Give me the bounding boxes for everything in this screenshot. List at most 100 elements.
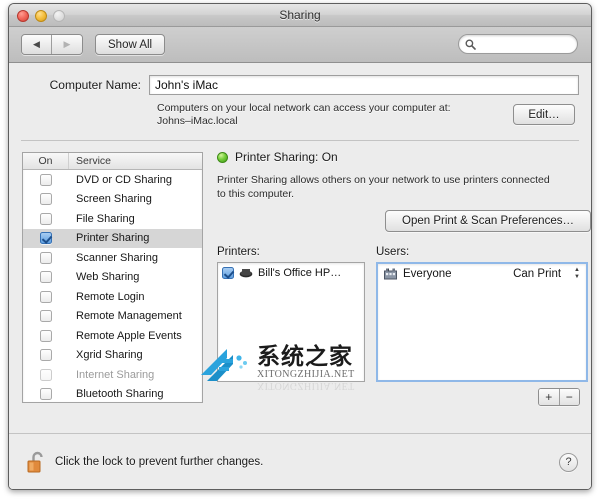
service-name: Remote Apple Events [76, 329, 182, 342]
hint-line-2: Johns–iMac.local [157, 115, 238, 127]
service-enabled-checkbox[interactable] [40, 232, 52, 245]
service-row[interactable]: Remote Apple Events [23, 326, 202, 346]
service-name: Internet Sharing [76, 368, 155, 381]
service-checkbox-cell [23, 193, 69, 206]
help-button[interactable]: ? [559, 452, 578, 472]
service-checkbox-cell [23, 310, 69, 323]
back-button[interactable]: ◀ [22, 35, 52, 54]
service-checkbox-cell [23, 173, 69, 186]
column-header-on: On [23, 153, 69, 169]
service-enabled-checkbox[interactable] [40, 368, 52, 381]
lists-columns: Printers: Bill's Office HP… Users: Every… [217, 246, 588, 406]
service-name: Remote Login [76, 290, 145, 303]
preferences-body: Computer Name: Computers on your local n… [9, 63, 591, 489]
close-button[interactable] [17, 10, 29, 22]
service-list[interactable]: On Service DVD or CD Sharing Screen Shari… [22, 152, 203, 403]
service-name: Remote Management [76, 310, 182, 323]
edit-button[interactable]: Edit… [513, 104, 575, 125]
service-checkbox-cell [23, 368, 69, 381]
service-status-text: Printer Sharing: On [235, 150, 338, 164]
computer-name-row: Computer Name: [21, 75, 579, 95]
users-list[interactable]: Everyone Can Print ▲ ▼ [376, 262, 588, 382]
service-checkbox-cell [23, 388, 69, 401]
service-enabled-checkbox[interactable] [40, 173, 52, 186]
service-enabled-checkbox[interactable] [40, 271, 52, 284]
open-print-scan-preferences-button[interactable]: Open Print & Scan Preferences… [385, 210, 591, 232]
detail-pane: Printer Sharing: On Printer Sharing allo… [217, 150, 591, 406]
computer-name-panel: Computer Name: Computers on your local n… [21, 71, 579, 141]
sharing-preferences-window: Sharing ◀ ▶ Show All Computer Name: Comp… [8, 3, 592, 490]
printers-list[interactable]: Bill's Office HP… [217, 262, 365, 382]
printer-enabled-checkbox[interactable] [222, 267, 234, 279]
service-status-row: Printer Sharing: On [217, 150, 578, 164]
service-enabled-checkbox[interactable] [40, 290, 52, 303]
service-checkbox-cell [23, 290, 69, 303]
service-checkbox-cell [23, 212, 69, 225]
service-row[interactable]: Bluetooth Sharing [23, 385, 202, 403]
service-row[interactable]: Xgrid Sharing [23, 346, 202, 366]
service-row[interactable]: DVD or CD Sharing [23, 170, 202, 190]
service-rows: DVD or CD Sharing Screen Sharing File Shar… [23, 170, 202, 403]
service-checkbox-cell [23, 271, 69, 284]
navigation-segmented-control: ◀ ▶ [21, 34, 83, 55]
window-title: Sharing [279, 8, 321, 22]
service-enabled-checkbox[interactable] [40, 212, 52, 225]
minimize-button[interactable] [35, 10, 47, 22]
search-icon [465, 39, 476, 50]
lock-open-icon[interactable] [27, 450, 48, 475]
service-checkbox-cell [23, 329, 69, 342]
service-name: Screen Sharing [76, 193, 152, 206]
service-enabled-checkbox[interactable] [40, 193, 52, 206]
stepper-up-icon: ▲ [574, 267, 580, 273]
forward-button[interactable]: ▶ [52, 35, 82, 54]
service-name: Bluetooth Sharing [76, 388, 164, 401]
zoom-button[interactable] [53, 10, 65, 22]
users-label: Users: [376, 246, 410, 258]
add-user-button[interactable]: + [539, 389, 560, 405]
service-enabled-checkbox[interactable] [40, 388, 52, 401]
search-input[interactable] [479, 38, 573, 50]
service-row[interactable]: Scanner Sharing [23, 248, 202, 268]
service-row[interactable]: Printer Sharing [23, 228, 202, 248]
service-row[interactable]: Web Sharing [23, 268, 202, 288]
service-row[interactable]: Remote Management [23, 307, 202, 327]
printer-row[interactable]: Bill's Office HP… [218, 263, 364, 283]
service-description: Printer Sharing allows others on your ne… [217, 174, 550, 200]
service-enabled-checkbox[interactable] [40, 310, 52, 323]
user-row[interactable]: Everyone Can Print ▲ ▼ [378, 264, 586, 284]
service-name: Printer Sharing [76, 232, 150, 245]
search-field[interactable] [458, 34, 578, 54]
column-header-service: Service [76, 155, 112, 167]
window-controls [17, 10, 65, 22]
computer-name-input[interactable] [149, 75, 579, 95]
remove-user-button[interactable]: − [559, 389, 579, 405]
user-add-remove-control: + − [538, 388, 580, 406]
service-checkbox-cell [23, 232, 69, 245]
user-permission[interactable]: Can Print [513, 268, 561, 280]
service-enabled-checkbox[interactable] [40, 329, 52, 342]
show-all-button[interactable]: Show All [95, 34, 166, 55]
users-column: Users: Everyone Can Print ▲ ▼ + − [376, 246, 588, 406]
service-row[interactable]: Internet Sharing [23, 365, 202, 385]
service-list-header: On Service [23, 153, 202, 170]
user-name: Everyone [403, 268, 452, 280]
lock-message: Click the lock to prevent further change… [55, 456, 264, 468]
group-icon [384, 268, 397, 280]
service-name: Web Sharing [76, 271, 140, 284]
service-enabled-checkbox[interactable] [40, 349, 52, 362]
service-name: Scanner Sharing [76, 251, 158, 264]
service-enabled-checkbox[interactable] [40, 251, 52, 264]
computer-name-label: Computer Name: [49, 78, 141, 92]
service-name: Xgrid Sharing [76, 349, 143, 362]
service-row[interactable]: Remote Login [23, 287, 202, 307]
permission-stepper[interactable]: ▲ ▼ [574, 267, 580, 280]
service-name: File Sharing [76, 212, 135, 225]
computer-name-hint: Computers on your local network can acce… [157, 102, 487, 128]
stepper-down-icon: ▼ [574, 274, 580, 280]
title-bar: Sharing [9, 4, 591, 27]
service-checkbox-cell [23, 349, 69, 362]
printer-name: Bill's Office HP… [258, 267, 342, 279]
service-row[interactable]: File Sharing [23, 209, 202, 229]
printers-column: Printers: Bill's Office HP… [217, 246, 365, 406]
service-row[interactable]: Screen Sharing [23, 190, 202, 210]
